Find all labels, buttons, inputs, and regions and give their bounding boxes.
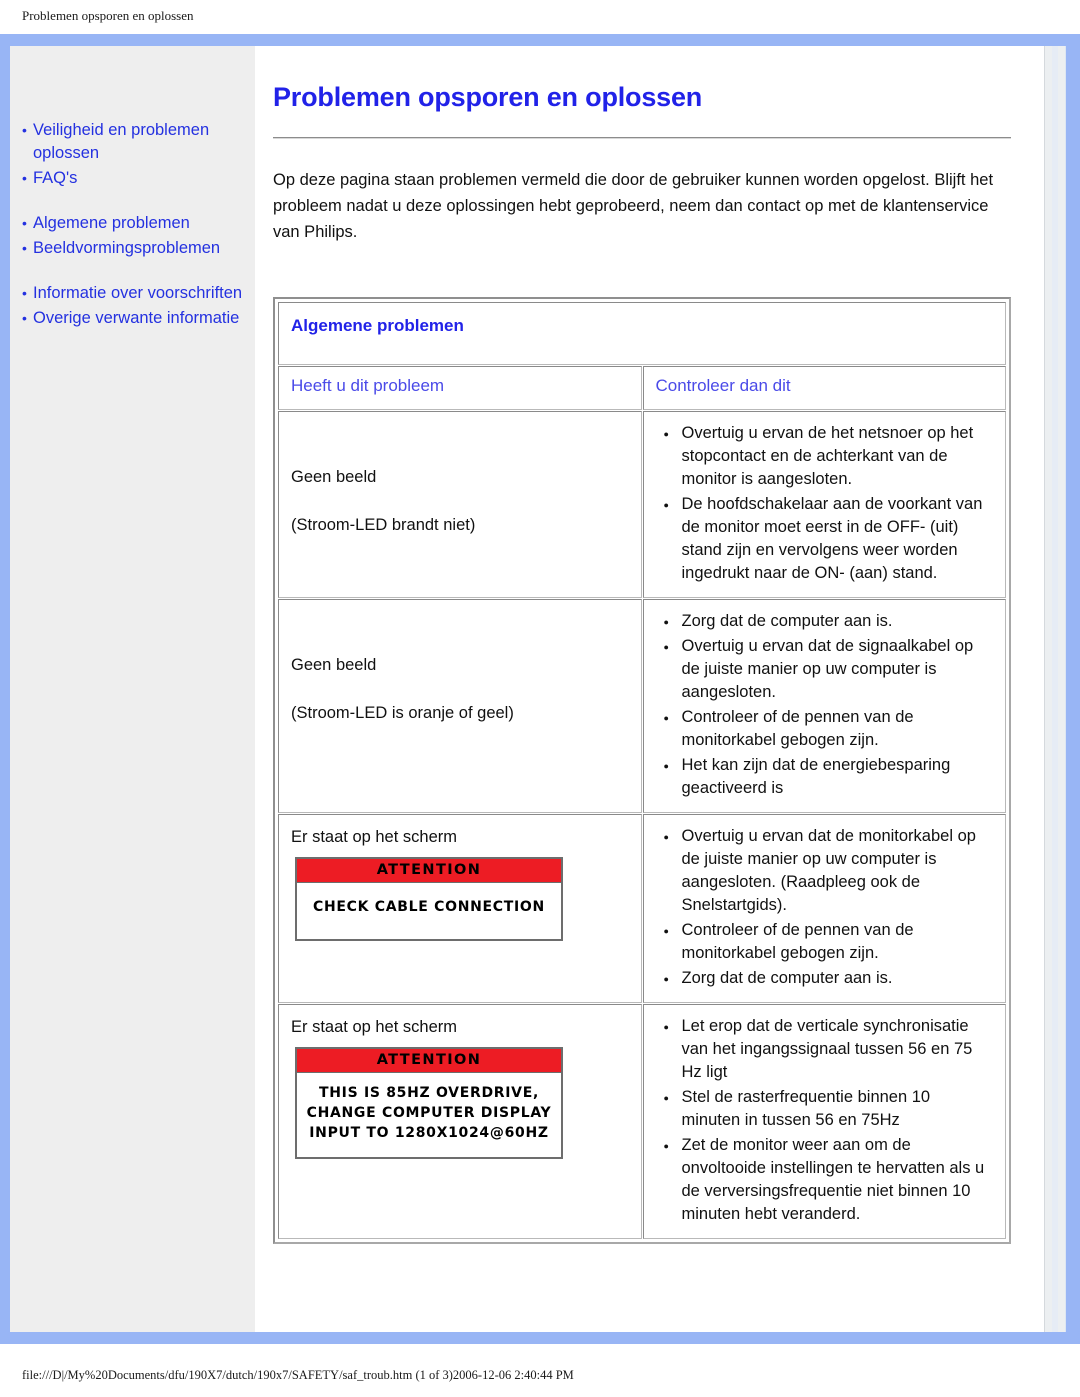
sidebar-group-2: Algemene problemen Beeldvormingsprobleme… bbox=[10, 192, 254, 260]
osd-line: CHECK CABLE CONNECTION bbox=[313, 899, 545, 915]
sidebar-item-label: Algemene problemen bbox=[33, 214, 190, 232]
sidebar-navigation: Veiligheid en problemen oplossen FAQ's A… bbox=[10, 46, 255, 1332]
osd-body: CHECK CABLE CONNECTION bbox=[297, 883, 561, 939]
check-cell: Overtuig u ervan de het netsnoer op het … bbox=[642, 411, 1006, 598]
main-content: Problemen opsporen en oplossen Op deze p… bbox=[255, 46, 1033, 1332]
check-cell: Let erop dat de verticale synchronisatie… bbox=[642, 1004, 1006, 1239]
check-item: Zorg dat de computer aan is. bbox=[664, 967, 994, 992]
check-item: De hoofdschakelaar aan de voorkant van d… bbox=[664, 493, 994, 585]
problem-line-1: Er staat op het scherm bbox=[291, 1018, 457, 1036]
check-item: Stel de rasterfrequentie binnen 10 minut… bbox=[664, 1086, 994, 1132]
title-divider bbox=[273, 137, 1011, 139]
problem-line-2: (Stroom-LED is oranje of geel) bbox=[291, 704, 514, 722]
osd-message-check-cable: ATTENTION CHECK CABLE CONNECTION bbox=[295, 857, 563, 941]
problem-cell: Geen beeld (Stroom-LED brandt niet) bbox=[278, 411, 642, 598]
section-heading-text: Algemene problemen bbox=[291, 316, 464, 335]
sidebar-item-overige-informatie[interactable]: Overige verwante informatie bbox=[10, 307, 254, 330]
sidebar-item-label: Informatie over voorschriften bbox=[33, 284, 243, 302]
print-footer-path: file:///D|/My%20Documents/dfu/190X7/dutc… bbox=[22, 1368, 574, 1382]
sidebar-item-label: Overige verwante informatie bbox=[33, 309, 240, 327]
check-list: Overtuig u ervan de het netsnoer op het … bbox=[656, 422, 994, 585]
table-row: Er staat op het scherm ATTENTION CHECK C… bbox=[278, 814, 1006, 1003]
problem-line-1: Geen beeld bbox=[291, 656, 377, 674]
scrollbar-thumb[interactable] bbox=[1052, 46, 1058, 1332]
problem-line-1: Er staat op het scherm bbox=[291, 828, 457, 846]
check-item: Controleer of de pennen van de monitorka… bbox=[664, 706, 994, 752]
problem-cell: Er staat op het scherm ATTENTION CHECK C… bbox=[278, 814, 642, 1003]
sidebar-group-1: Veiligheid en problemen oplossen FAQ's bbox=[10, 46, 254, 190]
osd-body: THIS IS 85HZ OVERDRIVE, CHANGE COMPUTER … bbox=[297, 1073, 561, 1157]
sidebar-item-faqs[interactable]: FAQ's bbox=[10, 167, 254, 190]
print-header-title: Problemen opsporen en oplossen bbox=[22, 8, 194, 23]
print-footer: file:///D|/My%20Documents/dfu/190X7/dutc… bbox=[22, 1368, 574, 1383]
problems-table-container: Algemene problemen Heeft u dit probleem … bbox=[273, 297, 1011, 1244]
check-item: Let erop dat de verticale synchronisatie… bbox=[664, 1015, 994, 1084]
sidebar-item-beeldvormingsproblemen[interactable]: Beeldvormingsproblemen bbox=[10, 237, 254, 260]
vertical-scrollbar[interactable] bbox=[1044, 46, 1066, 1332]
check-cell: Zorg dat de computer aan is. Overtuig u … bbox=[642, 599, 1006, 813]
sidebar-item-label: Beeldvormingsproblemen bbox=[33, 239, 221, 257]
osd-line: THIS IS 85HZ OVERDRIVE, bbox=[319, 1085, 539, 1101]
check-item: Zet de monitor weer aan om de onvoltooid… bbox=[664, 1134, 994, 1226]
page-frame: Veiligheid en problemen oplossen FAQ's A… bbox=[0, 34, 1080, 1344]
sidebar-group-3: Informatie over voorschriften Overige ve… bbox=[10, 262, 254, 330]
section-heading-cell: Algemene problemen bbox=[278, 302, 1006, 365]
check-cell: Overtuig u ervan dat de monitorkabel op … bbox=[642, 814, 1006, 1003]
problem-line-1: Geen beeld bbox=[291, 468, 377, 486]
check-item: Zorg dat de computer aan is. bbox=[664, 610, 994, 635]
osd-message-overdrive: ATTENTION THIS IS 85HZ OVERDRIVE, CHANGE… bbox=[295, 1047, 563, 1159]
intro-paragraph: Op deze pagina staan problemen vermeld d… bbox=[273, 171, 994, 241]
column-header-check: Controleer dan dit bbox=[642, 366, 1006, 410]
check-item: Het kan zijn dat de energiebesparing gea… bbox=[664, 754, 994, 800]
osd-line: CHANGE COMPUTER DISPLAY bbox=[306, 1105, 552, 1121]
sidebar-item-veiligheid[interactable]: Veiligheid en problemen oplossen bbox=[10, 119, 254, 165]
osd-title: ATTENTION bbox=[297, 1049, 561, 1073]
check-item: Controleer of de pennen van de monitorka… bbox=[664, 919, 994, 965]
table-section-heading-row: Algemene problemen bbox=[278, 302, 1006, 365]
sidebar-item-informatie-voorschriften[interactable]: Informatie over voorschriften bbox=[10, 282, 254, 305]
print-header: Problemen opsporen en oplossen bbox=[0, 0, 1080, 34]
table-row: Geen beeld (Stroom-LED is oranje of geel… bbox=[278, 599, 1006, 813]
sidebar-item-label: FAQ's bbox=[33, 169, 78, 187]
osd-title: ATTENTION bbox=[297, 859, 561, 883]
problem-cell: Er staat op het scherm ATTENTION THIS IS… bbox=[278, 1004, 642, 1239]
check-list: Overtuig u ervan dat de monitorkabel op … bbox=[656, 825, 994, 992]
page-title: Problemen opsporen en oplossen bbox=[273, 82, 703, 112]
column-header-problem-label: Heeft u dit probleem bbox=[291, 376, 445, 395]
problem-line-2: (Stroom-LED brandt niet) bbox=[291, 516, 476, 534]
sidebar-item-label: Veiligheid en problemen oplossen bbox=[33, 121, 210, 162]
check-item: Overtuig u ervan dat de monitorkabel op … bbox=[664, 825, 994, 917]
sidebar-item-algemene-problemen[interactable]: Algemene problemen bbox=[10, 212, 254, 235]
check-list: Let erop dat de verticale synchronisatie… bbox=[656, 1015, 994, 1226]
column-header-problem: Heeft u dit probleem bbox=[278, 366, 642, 410]
check-item: Overtuig u ervan de het netsnoer op het … bbox=[664, 422, 994, 491]
browser-viewport: Veiligheid en problemen oplossen FAQ's A… bbox=[10, 46, 1053, 1332]
problem-cell: Geen beeld (Stroom-LED is oranje of geel… bbox=[278, 599, 642, 813]
column-header-check-label: Controleer dan dit bbox=[655, 376, 791, 395]
check-list: Zorg dat de computer aan is. Overtuig u … bbox=[656, 610, 994, 800]
osd-line: INPUT TO 1280X1024@60HZ bbox=[309, 1125, 549, 1141]
document-body: Veiligheid en problemen oplossen FAQ's A… bbox=[10, 46, 1033, 1332]
table-row: Geen beeld (Stroom-LED brandt niet) Over… bbox=[278, 411, 1006, 598]
table-header-row: Heeft u dit probleem Controleer dan dit bbox=[278, 366, 1006, 410]
check-item: Overtuig u ervan dat de signaalkabel op … bbox=[664, 635, 994, 704]
problems-table: Algemene problemen Heeft u dit probleem … bbox=[277, 301, 1007, 1240]
table-row: Er staat op het scherm ATTENTION THIS IS… bbox=[278, 1004, 1006, 1239]
